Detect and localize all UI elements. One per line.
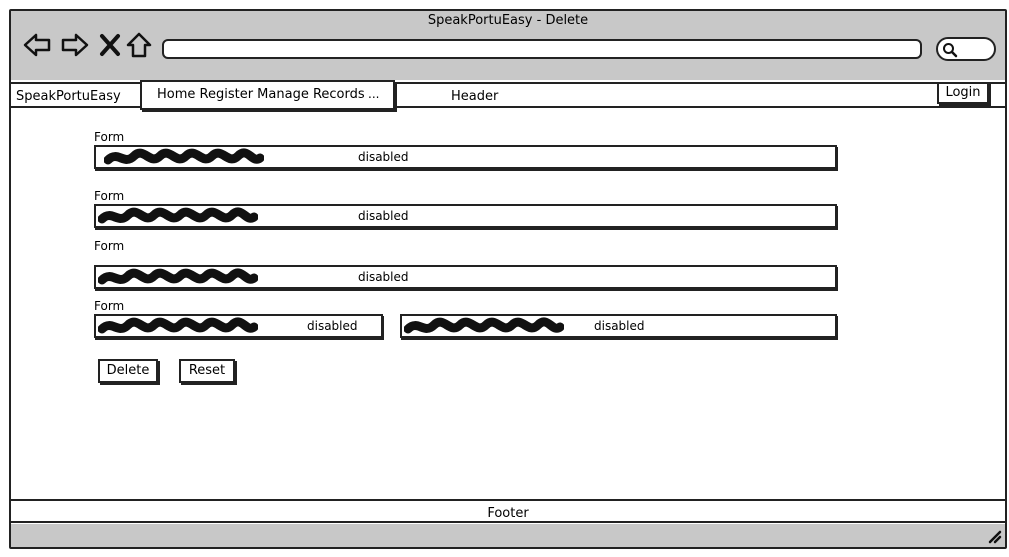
nav-menu-more[interactable]: ... <box>368 87 379 101</box>
disabled-value: disabled <box>358 150 409 164</box>
disabled-value: disabled <box>358 270 409 284</box>
footer-label: Footer <box>487 506 529 521</box>
login-button[interactable]: Login <box>937 82 989 104</box>
form-label: Form <box>94 130 125 144</box>
form-field[interactable]: disabled <box>94 204 837 228</box>
form-label: Form <box>94 189 125 203</box>
redacted-scribble <box>98 207 258 224</box>
redacted-scribble <box>98 268 258 285</box>
form-label: Form <box>94 299 125 313</box>
form-field[interactable]: disabled <box>94 145 837 169</box>
form-label: Form <box>94 239 125 253</box>
search-icon <box>943 43 958 58</box>
site-brand[interactable]: SpeakPortuEasy <box>16 89 121 104</box>
window-title: SpeakPortuEasy - Delete <box>427 13 589 28</box>
redacted-scribble <box>98 317 258 334</box>
reset-button[interactable]: Reset <box>179 359 235 383</box>
redacted-scribble <box>104 148 264 165</box>
delete-button[interactable]: Delete <box>98 359 158 383</box>
address-bar[interactable] <box>162 39 922 59</box>
nav-menu-items[interactable]: Home Register Manage Records <box>157 87 365 102</box>
close-x-icon[interactable] <box>96 30 126 60</box>
status-bar <box>11 524 1005 547</box>
form-field[interactable]: disabled <box>94 265 837 289</box>
forward-arrow-icon[interactable] <box>60 30 90 60</box>
form-field[interactable]: disabled <box>94 314 383 338</box>
disabled-value: disabled <box>358 209 409 223</box>
back-arrow-icon[interactable] <box>22 30 52 60</box>
form-field[interactable]: disabled <box>400 314 837 338</box>
resize-grip-icon[interactable] <box>986 528 1002 544</box>
browser-search-field[interactable] <box>936 37 996 61</box>
disabled-value: disabled <box>594 319 645 333</box>
redacted-scribble <box>404 317 564 334</box>
home-icon[interactable] <box>124 30 154 60</box>
header-label: Header <box>451 89 499 104</box>
disabled-value: disabled <box>307 319 358 333</box>
